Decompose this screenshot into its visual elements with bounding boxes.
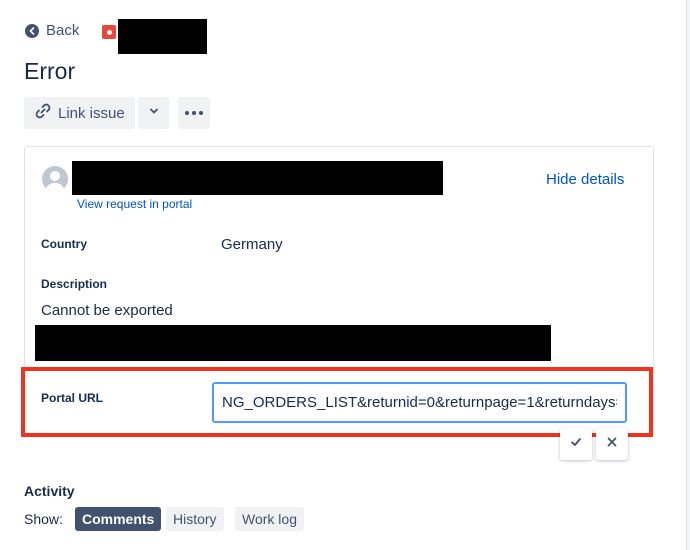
back-label: Back xyxy=(46,22,80,39)
check-icon xyxy=(569,435,583,454)
more-icon xyxy=(185,111,189,115)
description-label: Description xyxy=(41,277,108,291)
back-button[interactable]: Back xyxy=(25,22,79,39)
tab-work-log[interactable]: Work log xyxy=(235,507,304,531)
redacted-description-content xyxy=(35,325,551,361)
view-request-in-portal-link[interactable]: View request in portal xyxy=(77,197,192,211)
chevron-down-icon xyxy=(148,104,160,122)
country-value[interactable]: Germany xyxy=(221,236,283,253)
more-actions-button[interactable] xyxy=(178,97,210,129)
portal-url-label: Portal URL xyxy=(41,391,104,405)
back-arrow-icon xyxy=(25,23,39,38)
link-icon xyxy=(34,102,52,124)
show-label: Show: xyxy=(24,511,63,527)
redacted-issue-key xyxy=(118,19,207,54)
link-issue-dropdown-button[interactable] xyxy=(138,97,169,129)
redacted-request-summary xyxy=(72,161,443,195)
hide-details-button[interactable]: Hide details xyxy=(546,171,624,188)
tab-comments[interactable]: Comments xyxy=(75,507,162,531)
country-label: Country xyxy=(41,237,87,251)
activity-heading: Activity xyxy=(24,483,75,499)
tab-history[interactable]: History xyxy=(166,507,224,531)
description-value[interactable]: Cannot be exported xyxy=(41,302,173,319)
page-title: Error xyxy=(24,58,76,84)
close-icon xyxy=(605,435,619,454)
issue-type-icon xyxy=(102,25,116,39)
confirm-edit-button[interactable] xyxy=(560,428,592,460)
cancel-edit-button[interactable] xyxy=(596,428,628,460)
link-issue-button[interactable]: Link issue xyxy=(24,97,135,129)
portal-url-input[interactable] xyxy=(212,382,627,423)
link-issue-label: Link issue xyxy=(58,104,125,122)
avatar-icon xyxy=(42,166,68,192)
scrollbar[interactable] xyxy=(686,0,690,550)
